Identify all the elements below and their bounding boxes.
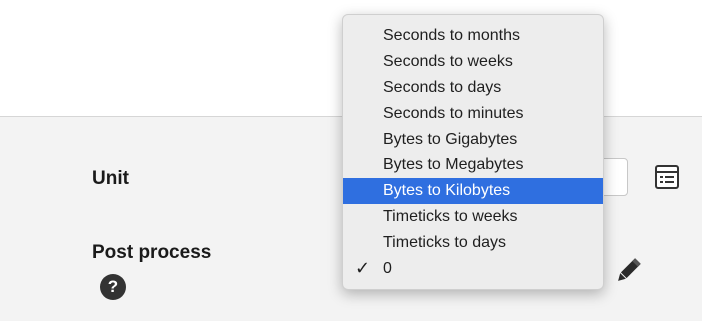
menu-item-label: Timeticks to days [383, 234, 506, 252]
menu-item-label: Seconds to months [383, 27, 520, 44]
menu-item-bytes-to-gigabytes[interactable]: Bytes to Gigabytes [343, 127, 603, 153]
checkmark-icon: ✓ [355, 258, 371, 279]
unit-dropdown-menu: Seconds to months Seconds to weeks Secon… [342, 14, 604, 290]
menu-item-zero[interactable]: ✓ 0 [343, 256, 603, 282]
menu-item-timeticks-to-days[interactable]: Timeticks to days [343, 230, 603, 256]
menu-item-label: Bytes to Megabytes [383, 156, 524, 174]
menu-item-seconds-to-months[interactable]: Seconds to months [343, 23, 603, 49]
menu-item-label: Bytes to Kilobytes [383, 182, 511, 200]
table-icon[interactable] [654, 164, 680, 190]
menu-item-bytes-to-kilobytes[interactable]: Bytes to Kilobytes [343, 178, 603, 205]
help-icon[interactable]: ? [100, 274, 126, 300]
help-icon-symbol: ? [107, 277, 119, 296]
menu-item-label: Seconds to days [383, 78, 502, 96]
menu-item-bytes-to-megabytes[interactable]: Bytes to Megabytes [343, 152, 603, 178]
menu-item-label: Timeticks to weeks [383, 208, 518, 226]
menu-item-timeticks-to-weeks[interactable]: Timeticks to weeks [343, 204, 603, 230]
post-process-label: Post process [92, 242, 212, 263]
menu-item-seconds-to-minutes[interactable]: Seconds to minutes [343, 101, 603, 127]
menu-item-seconds-to-days[interactable]: Seconds to days [343, 75, 603, 101]
menu-item-seconds-to-weeks[interactable]: Seconds to weeks [343, 49, 603, 75]
unit-label: Unit [92, 168, 129, 189]
menu-item-label: Seconds to minutes [383, 104, 524, 122]
menu-item-label: Bytes to Gigabytes [383, 130, 518, 148]
menu-item-label: Seconds to weeks [383, 52, 513, 70]
pencil-icon[interactable] [612, 255, 644, 287]
menu-item-label: 0 [383, 260, 392, 278]
